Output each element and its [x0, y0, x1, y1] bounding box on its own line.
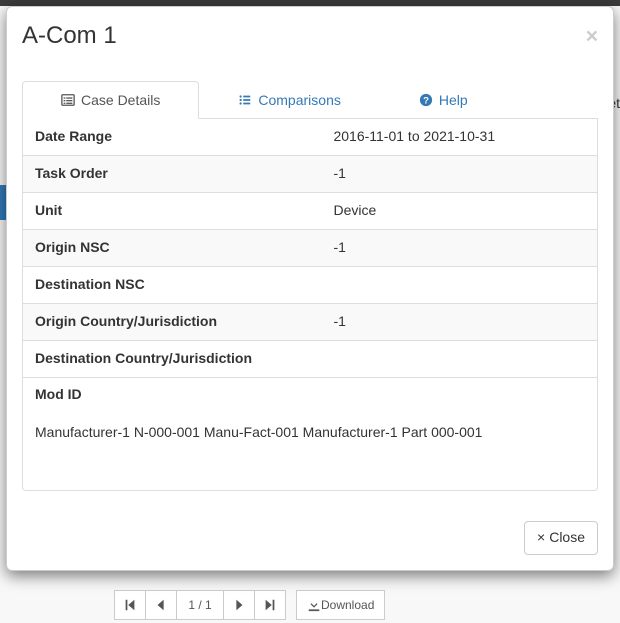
list-alt-icon [61, 93, 75, 107]
tab-case-details-label: Case Details [81, 92, 160, 108]
detail-value [321, 340, 597, 376]
tab-case-details[interactable]: Case Details [22, 81, 199, 119]
help-icon: ? [419, 93, 433, 107]
detail-label: Destination NSC [23, 266, 321, 303]
detail-value: 2016-11-01 to 2021-10-31 [321, 119, 597, 155]
mod-id-label: Mod ID [35, 386, 585, 402]
modal-title: A-Com 1 [22, 22, 117, 51]
mod-id-text: Manufacturer-1 N-000-001 Manu-Fact-001 M… [35, 424, 585, 440]
tab-list: Case Details Comparisons ? Help [22, 81, 598, 119]
detail-value: -1 [321, 303, 597, 340]
list-icon [238, 93, 252, 107]
modal-body: Case Details Comparisons ? Help [7, 66, 613, 506]
detail-label: Destination Country/Jurisdiction [23, 340, 321, 376]
modal-footer: × Close [7, 506, 613, 570]
table-row: Date Range2016-11-01 to 2021-10-31 [23, 119, 597, 155]
tab-comparisons-label: Comparisons [258, 92, 340, 108]
close-icon: × [537, 528, 545, 548]
close-button-label: Close [549, 528, 585, 548]
table-row: Destination Country/Jurisdiction [23, 340, 597, 376]
detail-label: Origin Country/Jurisdiction [23, 303, 321, 340]
details-table: Date Range2016-11-01 to 2021-10-31Task O… [23, 119, 597, 377]
modal-close-x-button[interactable]: × [586, 26, 598, 47]
tab-comparisons[interactable]: Comparisons [199, 81, 379, 119]
detail-value: -1 [321, 229, 597, 266]
detail-label: Origin NSC [23, 229, 321, 266]
table-row: UnitDevice [23, 192, 597, 229]
detail-label: Date Range [23, 119, 321, 155]
table-row: Origin Country/Jurisdiction-1 [23, 303, 597, 340]
modal-dialog: A-Com 1 × Case Details Comparisons [6, 6, 614, 571]
svg-text:?: ? [423, 95, 429, 106]
tab-help-label: Help [439, 92, 468, 108]
mod-id-block: Mod ID Manufacturer-1 N-000-001 Manu-Fac… [23, 377, 597, 490]
detail-value: -1 [321, 155, 597, 192]
tab-panel-case-details: Date Range2016-11-01 to 2021-10-31Task O… [22, 119, 598, 491]
detail-label: Unit [23, 192, 321, 229]
modal-backdrop: A-Com 1 × Case Details Comparisons [0, 0, 620, 623]
modal-header: A-Com 1 × [7, 7, 613, 66]
close-button[interactable]: × Close [524, 521, 598, 555]
table-row: Origin NSC-1 [23, 229, 597, 266]
table-row: Task Order-1 [23, 155, 597, 192]
detail-value: Device [321, 192, 597, 229]
tab-help[interactable]: ? Help [380, 81, 507, 119]
detail-label: Task Order [23, 155, 321, 192]
table-row: Destination NSC [23, 266, 597, 303]
detail-value [321, 266, 597, 303]
